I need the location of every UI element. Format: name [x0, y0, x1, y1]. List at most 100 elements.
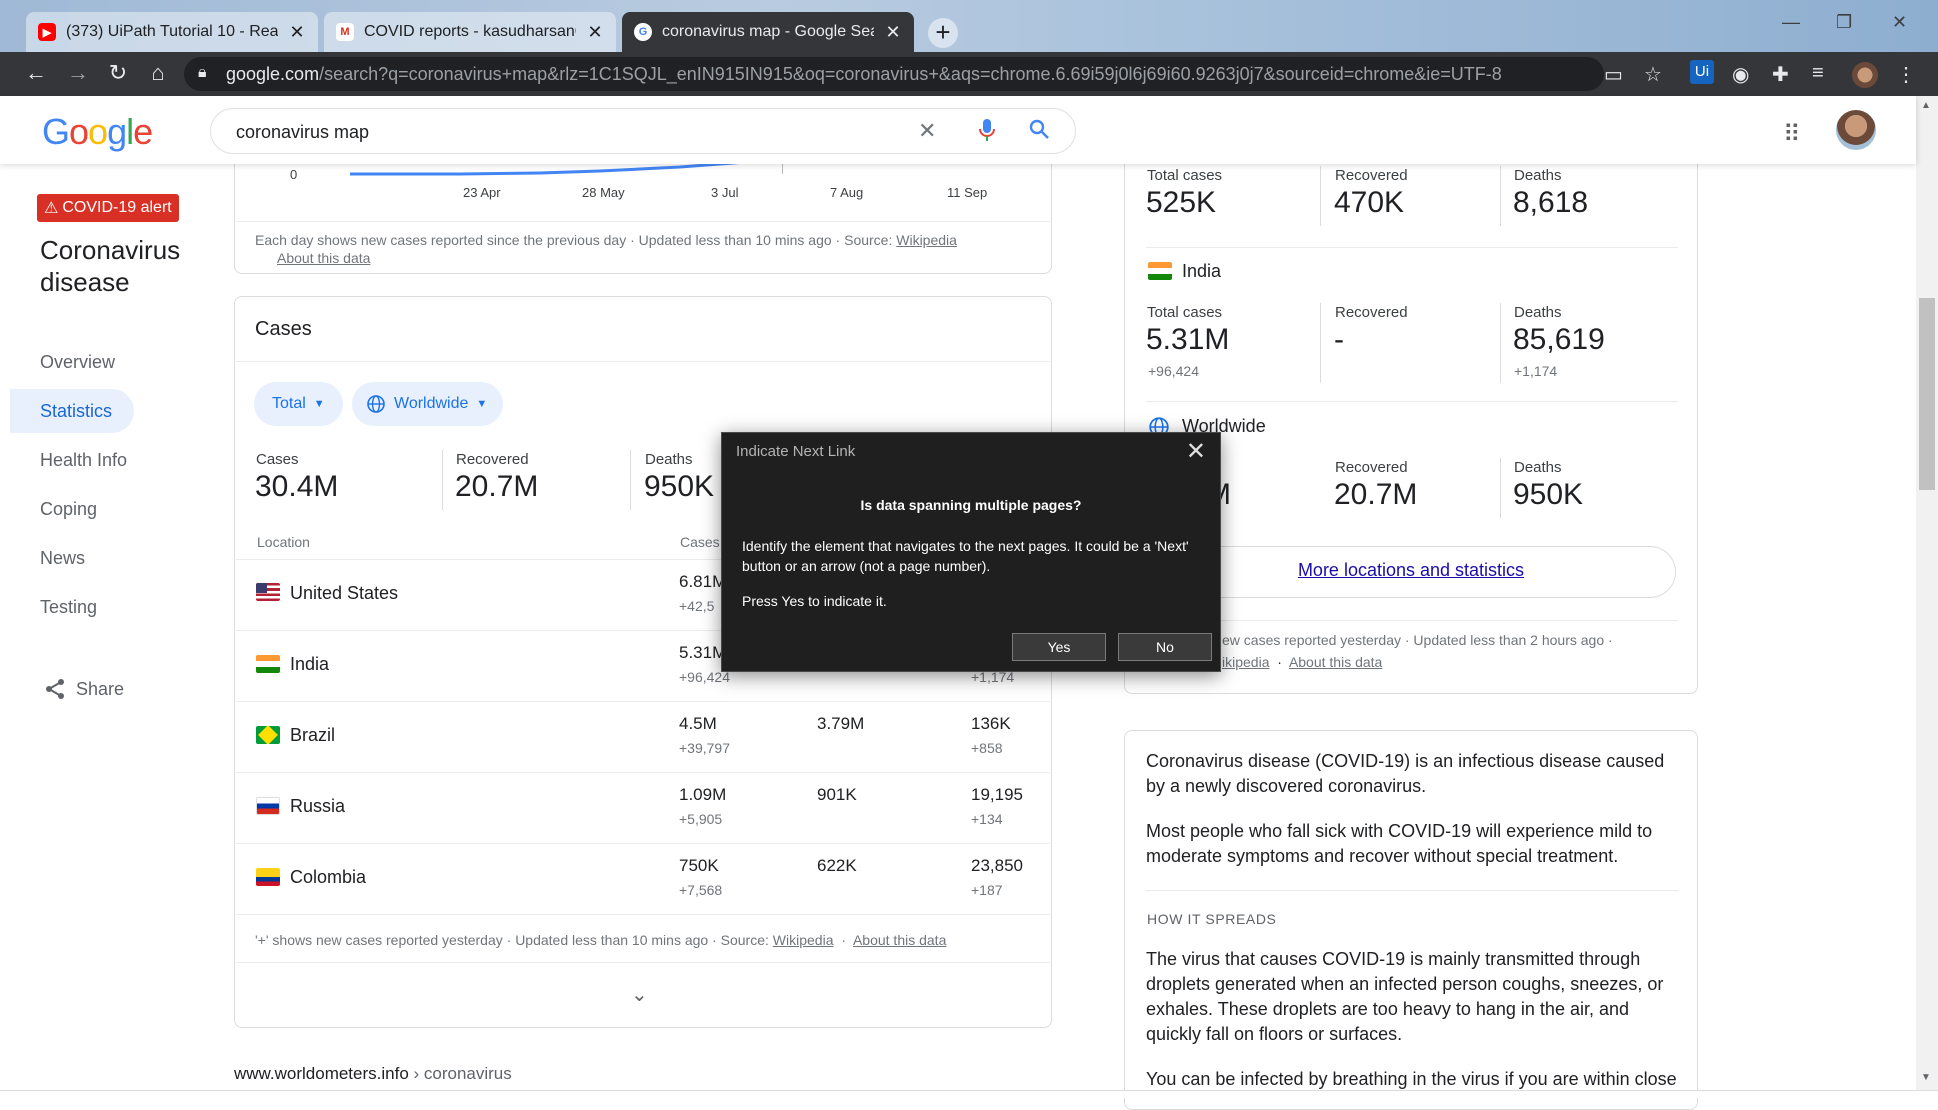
minimize-icon[interactable]: —: [1782, 12, 1800, 33]
close-tab-icon[interactable]: ✕: [288, 22, 306, 43]
chart-about-link[interactable]: About this data: [277, 250, 370, 266]
nav-overview[interactable]: Overview: [40, 352, 115, 373]
clear-search-icon[interactable]: ✕: [918, 118, 936, 144]
disease-symptoms-text: Most people who fall sick with COVID-19 …: [1146, 821, 1653, 866]
chart-x-tick: 11 Sep: [947, 185, 988, 200]
table-row[interactable]: [236, 773, 1050, 843]
stats-about-link[interactable]: About this data: [1289, 654, 1382, 670]
tab-google-search[interactable]: G coronavirus map - Google Search ✕: [622, 12, 914, 52]
row-location: Russia: [290, 796, 346, 816]
flag-united-states-icon: [256, 583, 280, 601]
dialog-yes-button[interactable]: Yes: [1012, 633, 1106, 661]
result-url[interactable]: www.worldometers.info › coronavirus: [234, 1064, 512, 1084]
search-icon[interactable]: [1028, 118, 1050, 146]
nav-health-info[interactable]: Health Info: [40, 450, 127, 471]
divider: [1146, 401, 1678, 402]
home-icon[interactable]: ⌂: [144, 60, 172, 86]
restore-icon[interactable]: ❐: [1836, 12, 1852, 33]
top-total-value: 525K: [1146, 186, 1217, 219]
tab-youtube[interactable]: ▶ (373) UiPath Tutorial 10 - Real Ti ✕: [26, 12, 318, 52]
new-tab-button[interactable]: +: [928, 18, 958, 48]
divider: [1146, 890, 1678, 891]
account-avatar[interactable]: [1836, 110, 1876, 150]
google-icon: G: [634, 23, 652, 41]
close-tab-icon[interactable]: ✕: [586, 22, 604, 43]
spread-description-continued: You can be infected by breathing in the …: [1146, 1069, 1677, 1089]
india-deaths-label: Deaths: [1514, 304, 1562, 321]
disease-description: Coronavirus disease (COVID-19) is an inf…: [1146, 751, 1665, 796]
close-tab-icon[interactable]: ✕: [884, 22, 902, 43]
row-deaths: 136K: [971, 714, 1011, 733]
nav-news[interactable]: News: [40, 548, 85, 569]
nav-testing[interactable]: Testing: [40, 597, 97, 618]
region-filter-label: Worldwide: [394, 395, 469, 412]
uipath-extension-icon[interactable]: Ui: [1690, 60, 1714, 84]
flag-india-icon: [1148, 262, 1172, 280]
worldwide-deaths-value: 950K: [1513, 478, 1584, 511]
summary-cases-value: 30.4M: [255, 470, 339, 503]
close-window-icon[interactable]: ✕: [1892, 12, 1907, 33]
table-row[interactable]: [236, 702, 1050, 772]
stats-source-link[interactable]: ikipedia: [1222, 654, 1269, 670]
record-extension-icon[interactable]: ◉: [1732, 62, 1749, 87]
more-locations-link[interactable]: More locations and statistics: [1146, 560, 1676, 581]
chart-source-link[interactable]: Wikipedia: [896, 232, 957, 248]
cases-about-link[interactable]: About this data: [853, 932, 946, 948]
divider: [236, 221, 1050, 222]
forward-icon[interactable]: →: [64, 60, 92, 86]
scroll-up-icon[interactable]: ▲: [1921, 100, 1931, 111]
gmail-icon: M: [336, 23, 354, 41]
scrollbar-thumb[interactable]: [1919, 298, 1935, 490]
google-apps-icon[interactable]: ⠿: [1783, 120, 1801, 149]
cases-source-link[interactable]: Wikipedia: [773, 932, 834, 948]
back-icon[interactable]: ←: [22, 60, 50, 86]
tab-title: coronavirus map - Google Search: [662, 23, 874, 40]
google-logo[interactable]: Google: [42, 111, 153, 153]
chart-x-tick: 3 Jul: [711, 185, 739, 200]
caret-down-icon: ▼: [476, 398, 488, 410]
scroll-down-icon[interactable]: ▼: [1921, 1072, 1931, 1083]
india-total-label: Total cases: [1147, 304, 1223, 321]
share-button[interactable]: Share: [44, 678, 124, 700]
expand-chevron-icon[interactable]: ⌄: [631, 982, 648, 1007]
row-cases: 5.31M: [679, 643, 727, 662]
dialog-close-icon[interactable]: ✕: [1186, 437, 1206, 466]
lock-icon[interactable]: 🔒︎: [198, 64, 207, 82]
dialog-body: Identify the element that navigates to t…: [742, 538, 1189, 574]
flag-colombia-icon: [256, 868, 280, 886]
divider: [236, 361, 1050, 362]
bookmark-star-icon[interactable]: ☆: [1644, 62, 1662, 87]
chrome-menu-icon[interactable]: ⋮: [1896, 62, 1916, 87]
summary-cases-label: Cases: [256, 451, 299, 468]
reload-icon[interactable]: ↻: [104, 60, 132, 86]
extensions-puzzle-icon[interactable]: ✚: [1772, 62, 1789, 87]
divider: [1146, 247, 1678, 248]
page-scrollbar[interactable]: [1916, 96, 1938, 1090]
row-deaths-new: +134: [971, 811, 1003, 827]
search-input[interactable]: coronavirus map: [236, 122, 369, 143]
total-filter-dropdown[interactable]: Total ▼: [254, 382, 343, 426]
nav-coping[interactable]: Coping: [40, 499, 97, 520]
row-deaths: 19,195: [971, 785, 1023, 804]
nav-statistics[interactable]: Statistics: [40, 401, 112, 422]
chart-tick-line: [782, 164, 783, 174]
row-cases: 750K: [679, 856, 719, 875]
globe-icon: [367, 395, 385, 413]
stats-footer: ew cases reported yesterday · Updated le…: [1222, 632, 1613, 648]
url-domain: google.com: [226, 64, 320, 84]
row-location: India: [290, 654, 330, 674]
dialog-no-button[interactable]: No: [1118, 633, 1212, 661]
microphone-icon[interactable]: [978, 118, 996, 148]
media-queue-icon[interactable]: ≡: [1812, 62, 1824, 85]
flag-russia-icon: [256, 797, 280, 815]
profile-avatar[interactable]: [1852, 62, 1878, 88]
tab-title: (373) UiPath Tutorial 10 - Real Ti: [66, 23, 278, 40]
row-deaths-new: +858: [971, 740, 1003, 756]
divider: [442, 450, 443, 510]
cast-icon[interactable]: ▭: [1604, 62, 1623, 87]
region-filter-dropdown[interactable]: Worldwide ▼: [352, 382, 504, 426]
top-total-label: Total cases: [1147, 167, 1223, 184]
tab-gmail[interactable]: M COVID reports - kasudharsan687 ✕: [324, 12, 616, 52]
india-deaths-new: +1,174: [1514, 363, 1558, 379]
url-text[interactable]: google.com/search?q=coronavirus+map&rlz=…: [226, 64, 1502, 85]
